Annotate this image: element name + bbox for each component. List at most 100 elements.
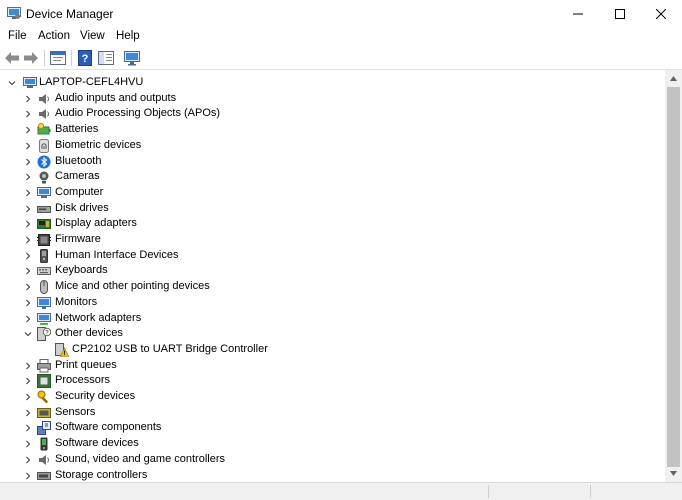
tree-category-label: Storage controllers <box>55 468 148 481</box>
tree-category[interactable]: Biometric devices <box>22 138 662 154</box>
chevron-right-icon[interactable] <box>22 106 34 122</box>
disk-drive-icon <box>37 205 51 213</box>
tree-category[interactable]: Sound, video and game controllers <box>22 452 662 468</box>
toolbar: ? <box>0 46 682 70</box>
tree-category[interactable]: Batteries <box>22 122 662 138</box>
chevron-down-icon[interactable] <box>6 75 18 91</box>
tree-category[interactable]: ? Other devices <box>22 326 662 342</box>
chevron-right-icon[interactable] <box>22 263 34 279</box>
tree-category[interactable]: Network adapters <box>22 311 662 327</box>
properties-button[interactable] <box>49 49 67 67</box>
tree-category-label: Monitors <box>55 295 98 308</box>
menu-file[interactable]: File <box>8 30 27 42</box>
chevron-right-icon[interactable] <box>22 468 34 483</box>
help-button[interactable]: ? <box>76 49 94 67</box>
tree-category[interactable]: Cameras <box>22 169 662 185</box>
tree-category[interactable]: Computer <box>22 185 662 201</box>
chevron-right-icon[interactable] <box>22 358 34 374</box>
tree-category-label: Biometric devices <box>55 138 142 151</box>
tree-category[interactable]: Software devices <box>22 436 662 452</box>
chevron-right-icon[interactable] <box>22 248 34 264</box>
chevron-right-icon[interactable] <box>22 373 34 389</box>
show-hidden-button[interactable] <box>97 49 115 67</box>
back-button[interactable] <box>3 49 21 67</box>
window-title: Device Manager <box>26 7 114 21</box>
tree-category[interactable]: Disk drives <box>22 201 662 217</box>
tree-category-label: Human Interface Devices <box>55 248 179 261</box>
tree-category-label: Audio Processing Objects (APOs) <box>55 107 221 120</box>
display-adapter-icon <box>37 219 51 230</box>
tree-category[interactable]: Security devices <box>22 389 662 405</box>
tree-device-label: CP2102 USB to UART Bridge Controller <box>72 342 268 355</box>
tree-category[interactable]: Storage controllers <box>22 468 662 483</box>
sensor-icon <box>37 407 51 418</box>
tree-category[interactable]: Firmware <box>22 232 662 248</box>
chevron-right-icon[interactable] <box>22 138 34 154</box>
tree-category-label: Computer <box>55 185 104 198</box>
scan-hardware-button[interactable] <box>123 49 141 67</box>
tree-category[interactable]: Human Interface Devices <box>22 248 662 264</box>
minimize-button[interactable] <box>557 0 599 28</box>
menu-help[interactable]: Help <box>116 30 140 42</box>
processor-icon <box>37 374 51 389</box>
chevron-right-icon[interactable] <box>22 201 34 217</box>
storage-icon <box>37 471 51 480</box>
speaker-icon <box>39 93 49 104</box>
close-button[interactable] <box>640 0 682 28</box>
chevron-right-icon[interactable] <box>22 169 34 185</box>
chevron-right-icon[interactable] <box>22 420 34 436</box>
tree-category[interactable]: Mice and other pointing devices <box>22 279 662 295</box>
tree-device[interactable]: CP2102 USB to UART Bridge Controller <box>38 342 665 358</box>
forward-button[interactable] <box>22 49 40 67</box>
scrollbar-thumb[interactable] <box>667 87 680 467</box>
computer-icon <box>23 77 37 88</box>
tree-category[interactable]: Print queues <box>22 358 662 374</box>
tree-category[interactable]: Display adapters <box>22 216 662 232</box>
maximize-icon <box>615 9 625 19</box>
tree-category-label: Mice and other pointing devices <box>55 280 210 293</box>
tree-category[interactable]: Sensors <box>22 405 662 421</box>
tree-root[interactable]: LAPTOP-CEFL4HVU <box>6 75 646 91</box>
menu-bar: File Action View Help <box>0 28 682 46</box>
tree-category[interactable]: Monitors <box>22 295 662 311</box>
maximize-button[interactable] <box>599 0 641 28</box>
tree-category[interactable]: Audio inputs and outputs <box>22 91 662 107</box>
menu-action[interactable]: Action <box>38 30 70 42</box>
chevron-right-icon[interactable] <box>22 122 34 138</box>
chevron-right-icon[interactable] <box>22 185 34 201</box>
unknown-device-icon: ? <box>37 327 51 342</box>
scroll-up-button[interactable] <box>665 70 682 87</box>
device-manager-icon <box>7 7 21 19</box>
menu-view[interactable]: View <box>80 30 105 42</box>
status-section <box>488 485 489 498</box>
svg-text:?: ? <box>82 53 89 65</box>
tree-category[interactable]: Bluetooth <box>22 154 662 170</box>
chevron-right-icon[interactable] <box>22 295 34 311</box>
chevron-right-icon[interactable] <box>22 311 34 327</box>
computer-icon <box>37 186 51 198</box>
tree-category[interactable]: Software components <box>22 420 662 436</box>
caret-up-icon <box>670 76 677 81</box>
tree-category-label: Software components <box>55 421 162 434</box>
mouse-icon <box>40 280 48 295</box>
chevron-right-icon[interactable] <box>22 452 34 468</box>
tree-category[interactable]: Processors <box>22 373 662 389</box>
tree-category[interactable]: Keyboards <box>22 263 662 279</box>
printer-icon <box>37 358 51 373</box>
bluetooth-icon <box>37 155 51 168</box>
battery-icon <box>37 123 51 135</box>
chevron-right-icon[interactable] <box>22 154 34 170</box>
chevron-right-icon[interactable] <box>22 91 34 107</box>
scroll-down-button[interactable] <box>665 465 682 482</box>
speaker-icon <box>39 454 49 465</box>
tree-category[interactable]: Audio Processing Objects (APOs) <box>22 106 662 122</box>
vertical-scrollbar[interactable] <box>665 70 682 482</box>
chevron-right-icon[interactable] <box>22 405 34 421</box>
chevron-right-icon[interactable] <box>22 389 34 405</box>
chevron-right-icon[interactable] <box>22 232 34 248</box>
chevron-right-icon[interactable] <box>22 216 34 232</box>
chevron-right-icon[interactable] <box>22 279 34 295</box>
chevron-down-icon[interactable] <box>22 326 34 342</box>
tree-category-label: Software devices <box>55 437 139 450</box>
chevron-right-icon[interactable] <box>22 436 34 452</box>
